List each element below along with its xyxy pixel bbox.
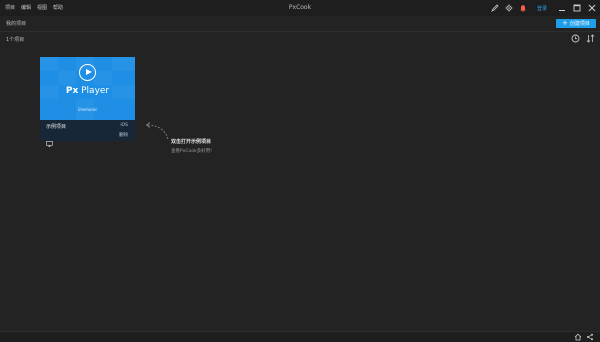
project-thumbnail[interactable]: Px Player Usemonic [40, 57, 135, 120]
sort-icon[interactable] [586, 34, 595, 43]
login-link[interactable]: 登录 [537, 5, 547, 12]
menu-item-project[interactable]: 项目 [2, 0, 18, 16]
project-toolbar: 1个项目 [0, 32, 600, 45]
project-platform: iOS [120, 123, 128, 128]
close-icon[interactable] [587, 4, 596, 13]
share-icon[interactable] [586, 333, 594, 341]
delete-project-button[interactable]: 删除 [119, 132, 128, 138]
plus-icon: + [562, 19, 568, 27]
pen-icon[interactable] [491, 4, 499, 12]
menu-item-help[interactable]: 帮助 [50, 0, 66, 16]
maximize-icon[interactable] [572, 4, 581, 13]
minimize-icon[interactable] [557, 4, 566, 13]
settings-icon[interactable] [505, 4, 513, 12]
create-project-button[interactable]: + 创建项目 [556, 19, 596, 28]
sub-header: 我的项目 + 创建项目 [0, 16, 600, 31]
menu-bar: 项目 编辑 视图 帮助 [0, 0, 66, 16]
menu-item-view[interactable]: 视图 [34, 0, 50, 16]
thumbnail-subtitle: Usemonic [77, 107, 98, 112]
title-bar: 项目 编辑 视图 帮助 PxCook 登录 [0, 0, 600, 16]
page-title: 我的项目 [6, 21, 27, 27]
project-info: 示例项目 iOS 删除 [40, 120, 135, 147]
menu-item-edit[interactable]: 编辑 [18, 0, 34, 16]
project-name: 示例项目 [46, 124, 67, 130]
play-icon [79, 64, 96, 81]
project-count: 1个项目 [6, 37, 25, 43]
project-card[interactable]: Px Player Usemonic 示例项目 iOS 删除 [40, 57, 135, 147]
monitor-icon [46, 132, 53, 147]
create-project-label: 创建项目 [569, 21, 590, 27]
hint-subtitle: 查看PxCook多好用! [171, 149, 212, 154]
hint-title: 双击打开示例项目 [171, 139, 212, 145]
status-bar [0, 331, 600, 342]
clock-icon[interactable] [571, 34, 580, 43]
thumbnail-title: Px Player [65, 86, 110, 96]
hint-arrow-icon [145, 122, 169, 140]
notification-icon[interactable] [519, 4, 527, 12]
home-icon[interactable] [574, 333, 582, 341]
